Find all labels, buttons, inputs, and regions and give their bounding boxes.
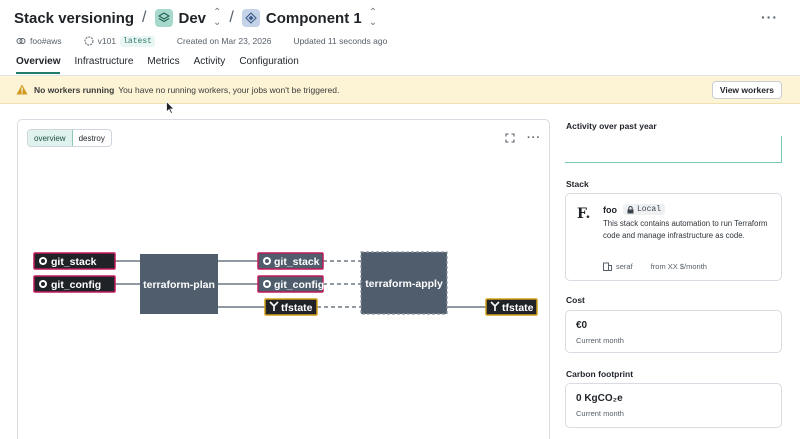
banner-message: You have no running workers, your jobs w… [118, 84, 340, 95]
lock-icon [627, 205, 634, 213]
stack-price: from XX $/month [650, 262, 707, 271]
carbon-value: 0 KgCO₂e [576, 393, 623, 404]
chevron-updown-icon[interactable]: ⌃ ⌄ [213, 8, 221, 28]
component-icon [241, 9, 260, 27]
stack-footer: seraf from XX $/month [603, 262, 707, 271]
integration-icon [16, 38, 26, 44]
node-git-stack[interactable]: git_stack [257, 252, 324, 270]
warning-icon [16, 84, 28, 95]
node-label: terraform-plan [143, 279, 215, 291]
more-options-icon[interactable]: ··· [761, 9, 778, 25]
breadcrumb: Stack versioning / Dev ⌃ ⌄ / Component 1 … [14, 6, 377, 30]
node-git-config[interactable]: git_config [257, 275, 324, 293]
version-tag: latest [120, 35, 155, 47]
stack-section-title: Stack [566, 179, 589, 189]
node-label: git_config [51, 279, 101, 291]
building-icon [603, 262, 612, 271]
owner-label[interactable]: foo#aws [30, 36, 62, 46]
local-badge-label: Local [637, 205, 662, 214]
node-tfstate[interactable]: tfstate [485, 298, 538, 316]
stack-card[interactable]: F. foo Local This stack contains automat… [565, 193, 782, 281]
breadcrumb-separator: / [142, 9, 147, 26]
cost-title: Cost [566, 295, 585, 305]
tab-infrastructure[interactable]: Infrastructure [74, 56, 133, 74]
node-tfstate[interactable]: tfstate [264, 298, 318, 316]
stack-graph-panel: overview destroy ··· git_stack git_confi… [17, 119, 550, 439]
tab-configuration[interactable]: Configuration [239, 56, 298, 74]
chevron-updown-icon[interactable]: ⌃ ⌄ [369, 8, 377, 28]
node-label: tfstate [281, 302, 313, 314]
breadcrumb-component[interactable]: Component 1 [266, 10, 362, 27]
node-terraform-plan[interactable]: terraform-plan [140, 254, 218, 314]
node-terraform-apply[interactable]: terraform-apply [360, 251, 448, 315]
stack-logo: F. [577, 206, 591, 222]
cost-period: Current month [576, 336, 624, 345]
cost-value: €0 [576, 320, 588, 331]
node-label: git_config [274, 279, 324, 291]
node-label: tfstate [502, 302, 534, 314]
tab-activity[interactable]: Activity [194, 56, 226, 74]
node-git-stack[interactable]: git_stack [33, 252, 116, 270]
stack-graph: git_stack git_config terraform-plan git_… [33, 251, 538, 316]
banner-title: No workers running [34, 84, 115, 95]
layers-icon [154, 9, 173, 27]
node-label: git_stack [51, 256, 97, 268]
activity-title: Activity over past year [566, 121, 657, 131]
carbon-period: Current month [576, 409, 624, 418]
carbon-title: Carbon footprint [566, 369, 634, 379]
node-label: terraform-apply [365, 278, 443, 290]
breadcrumb-separator: / [229, 9, 234, 26]
node-git-config[interactable]: git_config [33, 275, 116, 293]
version-icon [84, 36, 94, 46]
tab-bar: Overview Infrastructure Metrics Activity… [16, 56, 299, 74]
updated-label: Updated 11 seconds ago [293, 36, 388, 46]
cost-card: €0 Current month [565, 310, 782, 353]
node-label: git_stack [274, 256, 320, 268]
version-label: v101 [97, 36, 117, 46]
stack-meta: foo#aws v101 latest Created on Mar 23, 2… [16, 34, 387, 48]
tab-metrics[interactable]: Metrics [147, 56, 179, 74]
breadcrumb-dev[interactable]: Dev [179, 10, 207, 27]
no-workers-banner: No workers running You have no running w… [0, 76, 800, 104]
breadcrumb-stack-versioning[interactable]: Stack versioning [14, 10, 134, 27]
cursor-icon [166, 101, 175, 114]
activity-chart [565, 136, 782, 163]
stack-name-row: foo Local [603, 204, 666, 215]
tab-overview[interactable]: Overview [16, 56, 61, 74]
view-workers-button[interactable]: View workers [711, 81, 782, 99]
stack-description: This stack contains automation to run Te… [603, 219, 768, 240]
stack-name[interactable]: foo [603, 205, 617, 215]
created-label: Created on Mar 23, 2026 [176, 36, 272, 46]
stack-owner: seraf [616, 262, 633, 271]
carbon-card: 0 KgCO₂e Current month [565, 383, 782, 428]
local-badge: Local [623, 204, 666, 215]
